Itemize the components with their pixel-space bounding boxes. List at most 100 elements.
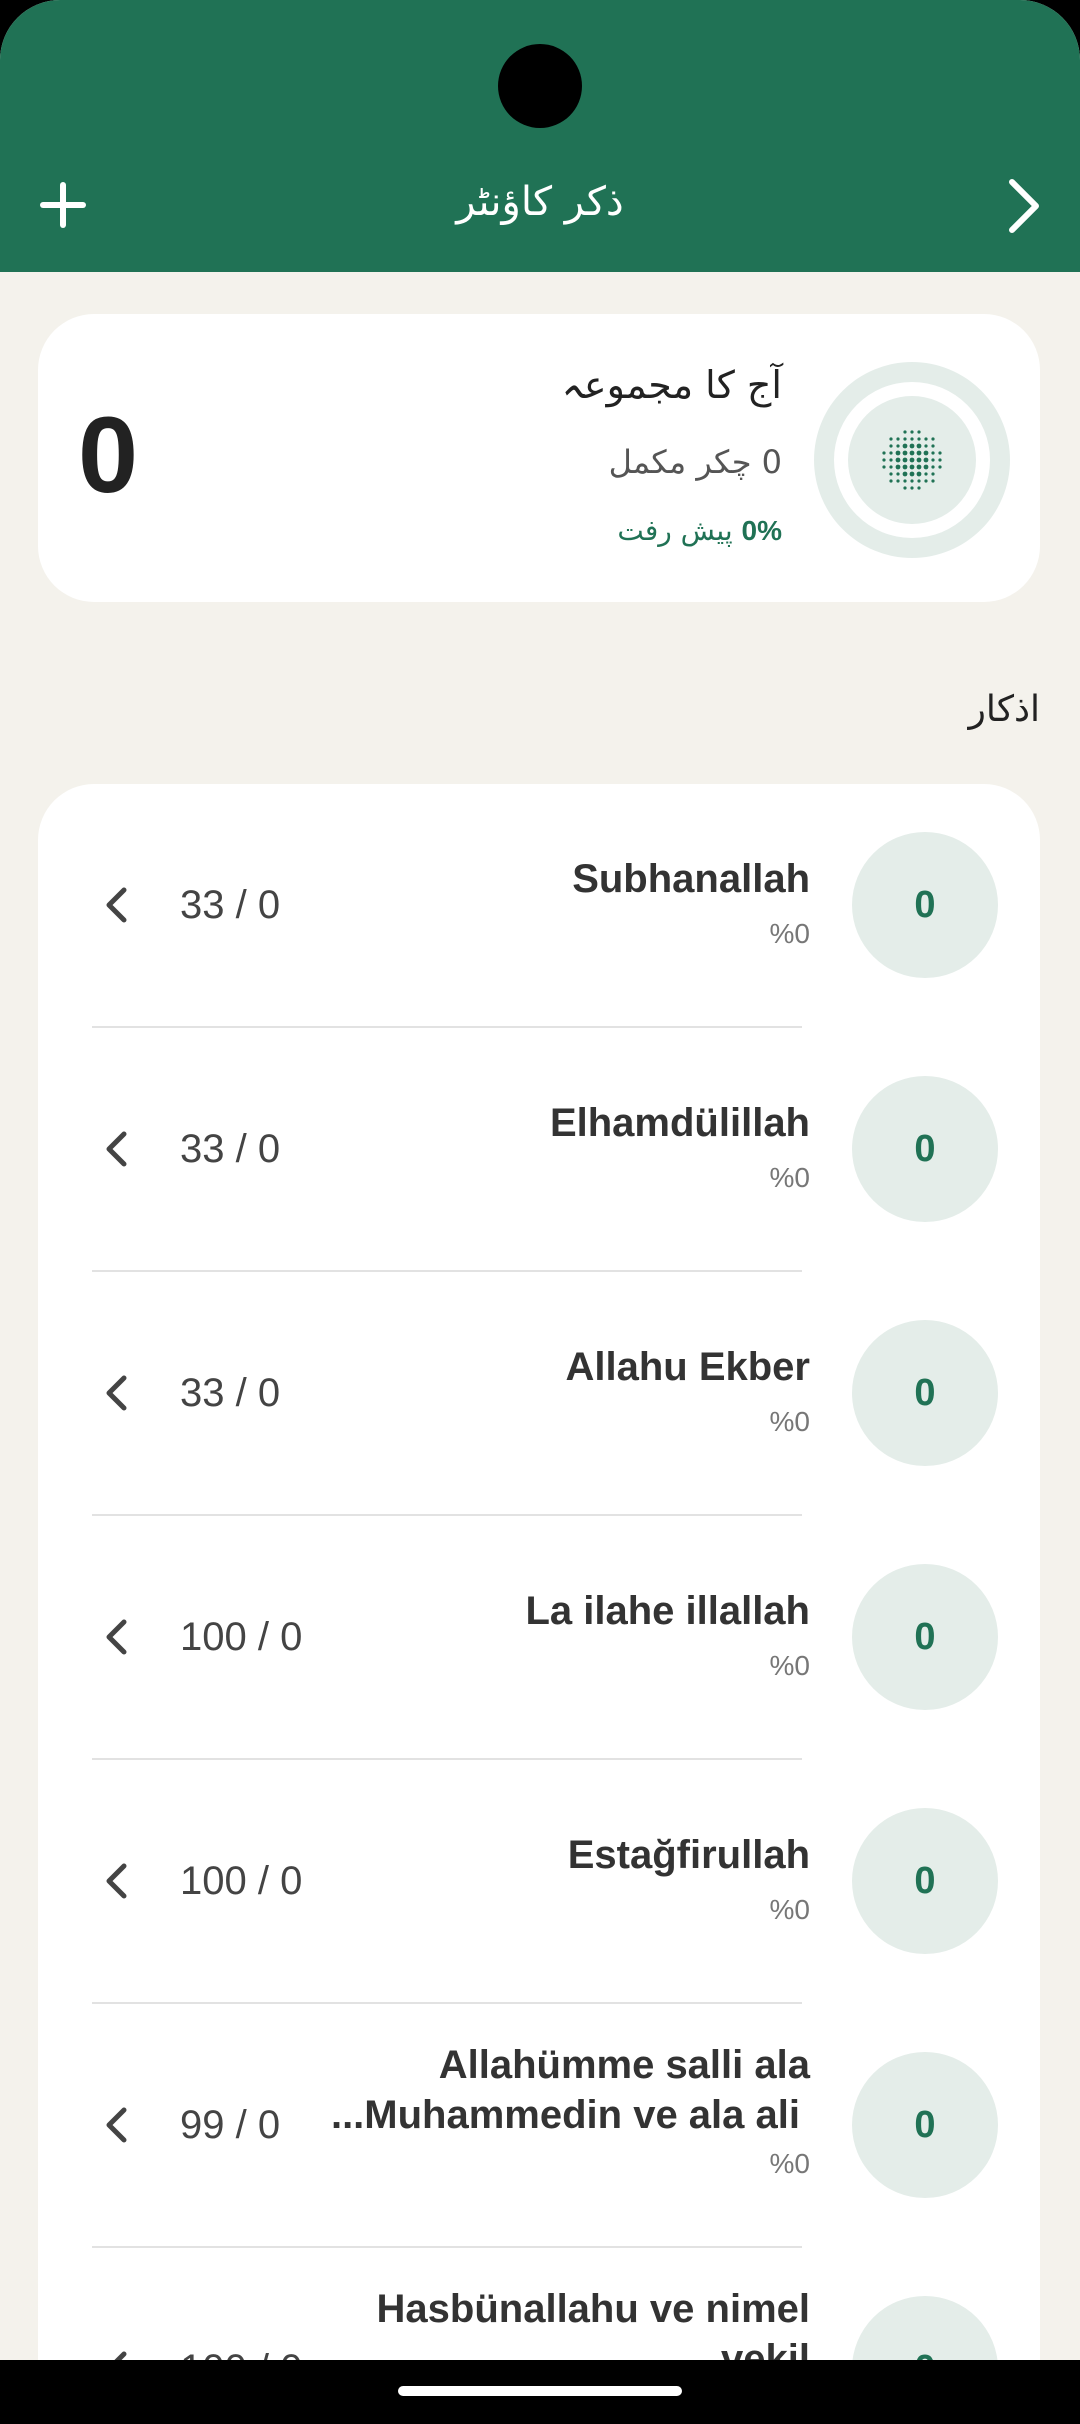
home-indicator[interactable]	[398, 2386, 682, 2396]
icon-dot	[910, 437, 914, 441]
list-item[interactable]: 0 Subhanallah %0 33 / 0	[38, 784, 1040, 1028]
icon-dot	[917, 486, 921, 490]
icon-dot	[889, 458, 893, 462]
icon-dot	[910, 430, 914, 434]
icon-dot	[916, 471, 922, 477]
page-title: ذکر کاؤنٹر	[456, 179, 624, 225]
count-badge[interactable]: 0	[852, 1808, 998, 1954]
icon-dot	[895, 464, 901, 470]
dhikr-percent: %0	[769, 1406, 810, 1437]
icon-dot	[917, 437, 921, 441]
dhikr-name-continued: ...Muhammedin ve ala ali	[330, 2093, 800, 2137]
app-bar: ذکر کاؤنٹر	[0, 0, 1080, 272]
icon-dot	[889, 465, 893, 469]
icon-dot	[889, 444, 893, 448]
icon-dot	[896, 444, 900, 448]
icon-dot	[910, 479, 914, 483]
icon-dot	[931, 465, 935, 469]
icon-dot	[931, 479, 935, 483]
count-badge[interactable]: 0	[852, 1320, 998, 1466]
list-item[interactable]: 0 Allahümme salli ala ...Muhammedin ve a…	[38, 2004, 1040, 2248]
icon-dot	[909, 464, 915, 470]
icon-dot	[903, 437, 907, 441]
count-badge[interactable]: 0	[852, 832, 998, 978]
chevron-left-icon[interactable]	[92, 2100, 142, 2150]
dotted-circle-icon	[882, 430, 942, 490]
icon-dot	[909, 443, 915, 449]
icon-dot	[924, 472, 928, 476]
icon-dot	[882, 465, 886, 469]
icon-dot	[923, 464, 929, 470]
section-title: اذکار	[968, 689, 1040, 730]
icon-dot	[896, 472, 900, 476]
progress-text: 0% پیش رفت	[617, 510, 782, 552]
chevron-left-icon[interactable]	[92, 880, 142, 930]
dhikr-percent: %0	[769, 1162, 810, 1193]
progress-ring	[814, 362, 1010, 558]
count-badge[interactable]: 0	[852, 2296, 998, 2360]
icon-dot	[924, 479, 928, 483]
chevron-left-icon[interactable]	[92, 1856, 142, 1906]
dhikr-name: Allahümme salli ala	[438, 2043, 810, 2087]
icon-dot	[895, 450, 901, 456]
dhikr-name: Elhamdülillah	[549, 1101, 810, 1145]
dhikr-target: 100 / 0	[180, 1615, 303, 1659]
icon-dot	[902, 443, 908, 449]
icon-dot	[903, 479, 907, 483]
icon-dot	[889, 451, 893, 455]
dhikr-target: 33 / 0	[180, 1127, 281, 1171]
icon-dot	[889, 479, 893, 483]
icon-dot	[909, 450, 915, 456]
daily-total-value: 0	[78, 394, 139, 515]
icon-dot	[916, 457, 922, 463]
icon-dot	[882, 458, 886, 462]
icon-dot	[916, 464, 922, 470]
icon-dot	[938, 465, 942, 469]
progress-label: پیش رفت	[617, 514, 733, 547]
list-item[interactable]: 0 La ilahe illallah %0 100 / 0	[38, 1516, 1040, 1760]
progress-value: 0%	[741, 515, 782, 546]
icon-dot	[902, 457, 908, 463]
chevron-right-icon	[1009, 179, 1039, 233]
icon-dot	[923, 457, 929, 463]
daily-total-title: آج کا مجموعہ	[561, 363, 782, 407]
count-badge[interactable]: 0	[852, 2052, 998, 2198]
icon-dot	[909, 471, 915, 477]
list-item[interactable]: 0 Elhamdülillah %0 33 / 0	[38, 1028, 1040, 1272]
icon-dot	[889, 437, 893, 441]
chevron-left-icon[interactable]	[92, 1612, 142, 1662]
list-item[interactable]: 0 Hasbünallahu ve nimel vekil %0 100 / 0	[38, 2248, 1040, 2360]
dhikr-percent: %0	[769, 1894, 810, 1925]
app-screen: ذکر کاؤنٹر 0 آج کا مجموعہ 0 چکر مکمل 0% …	[0, 0, 1080, 2360]
icon-dot	[889, 472, 893, 476]
dhikr-name: Allahu Ekber	[565, 1345, 810, 1389]
list-item[interactable]: 0 Estağfirullah %0 100 / 0	[38, 1760, 1040, 2004]
icon-dot	[916, 450, 922, 456]
icon-dot	[903, 486, 907, 490]
icon-dot	[931, 437, 935, 441]
icon-dot	[924, 437, 928, 441]
count-badge[interactable]: 0	[852, 1564, 998, 1710]
chevron-left-icon[interactable]	[92, 1124, 142, 1174]
dhikr-percent: %0	[769, 2148, 810, 2179]
icon-dot	[924, 444, 928, 448]
dhikr-name-continued: vekil	[721, 2337, 810, 2360]
icon-dot	[938, 451, 942, 455]
forward-button[interactable]	[978, 160, 1068, 250]
icon-dot	[931, 458, 935, 462]
count-badge[interactable]: 0	[852, 1076, 998, 1222]
dhikr-percent: %0	[769, 918, 810, 949]
cycles-completed: 0 چکر مکمل	[608, 443, 782, 481]
icon-dot	[903, 430, 907, 434]
dhikr-name: La ilahe illallah	[525, 1589, 810, 1633]
dhikr-name: Estağfirullah	[567, 1833, 810, 1877]
daily-summary-card: 0 آج کا مجموعہ 0 چکر مکمل 0% پیش رفت	[38, 314, 1040, 602]
chevron-left-icon[interactable]	[92, 1368, 142, 1418]
dhikr-target: 99 / 0	[180, 2103, 281, 2147]
chevron-left-icon[interactable]	[92, 2344, 142, 2360]
dhikr-target: 33 / 0	[180, 1371, 281, 1415]
icon-dot	[931, 472, 935, 476]
dhikr-list: 0 Subhanallah %0 33 / 0 0 Elhamdülillah …	[38, 784, 1040, 2360]
icon-dot	[902, 464, 908, 470]
list-item[interactable]: 0 Allahu Ekber %0 33 / 0	[38, 1272, 1040, 1516]
